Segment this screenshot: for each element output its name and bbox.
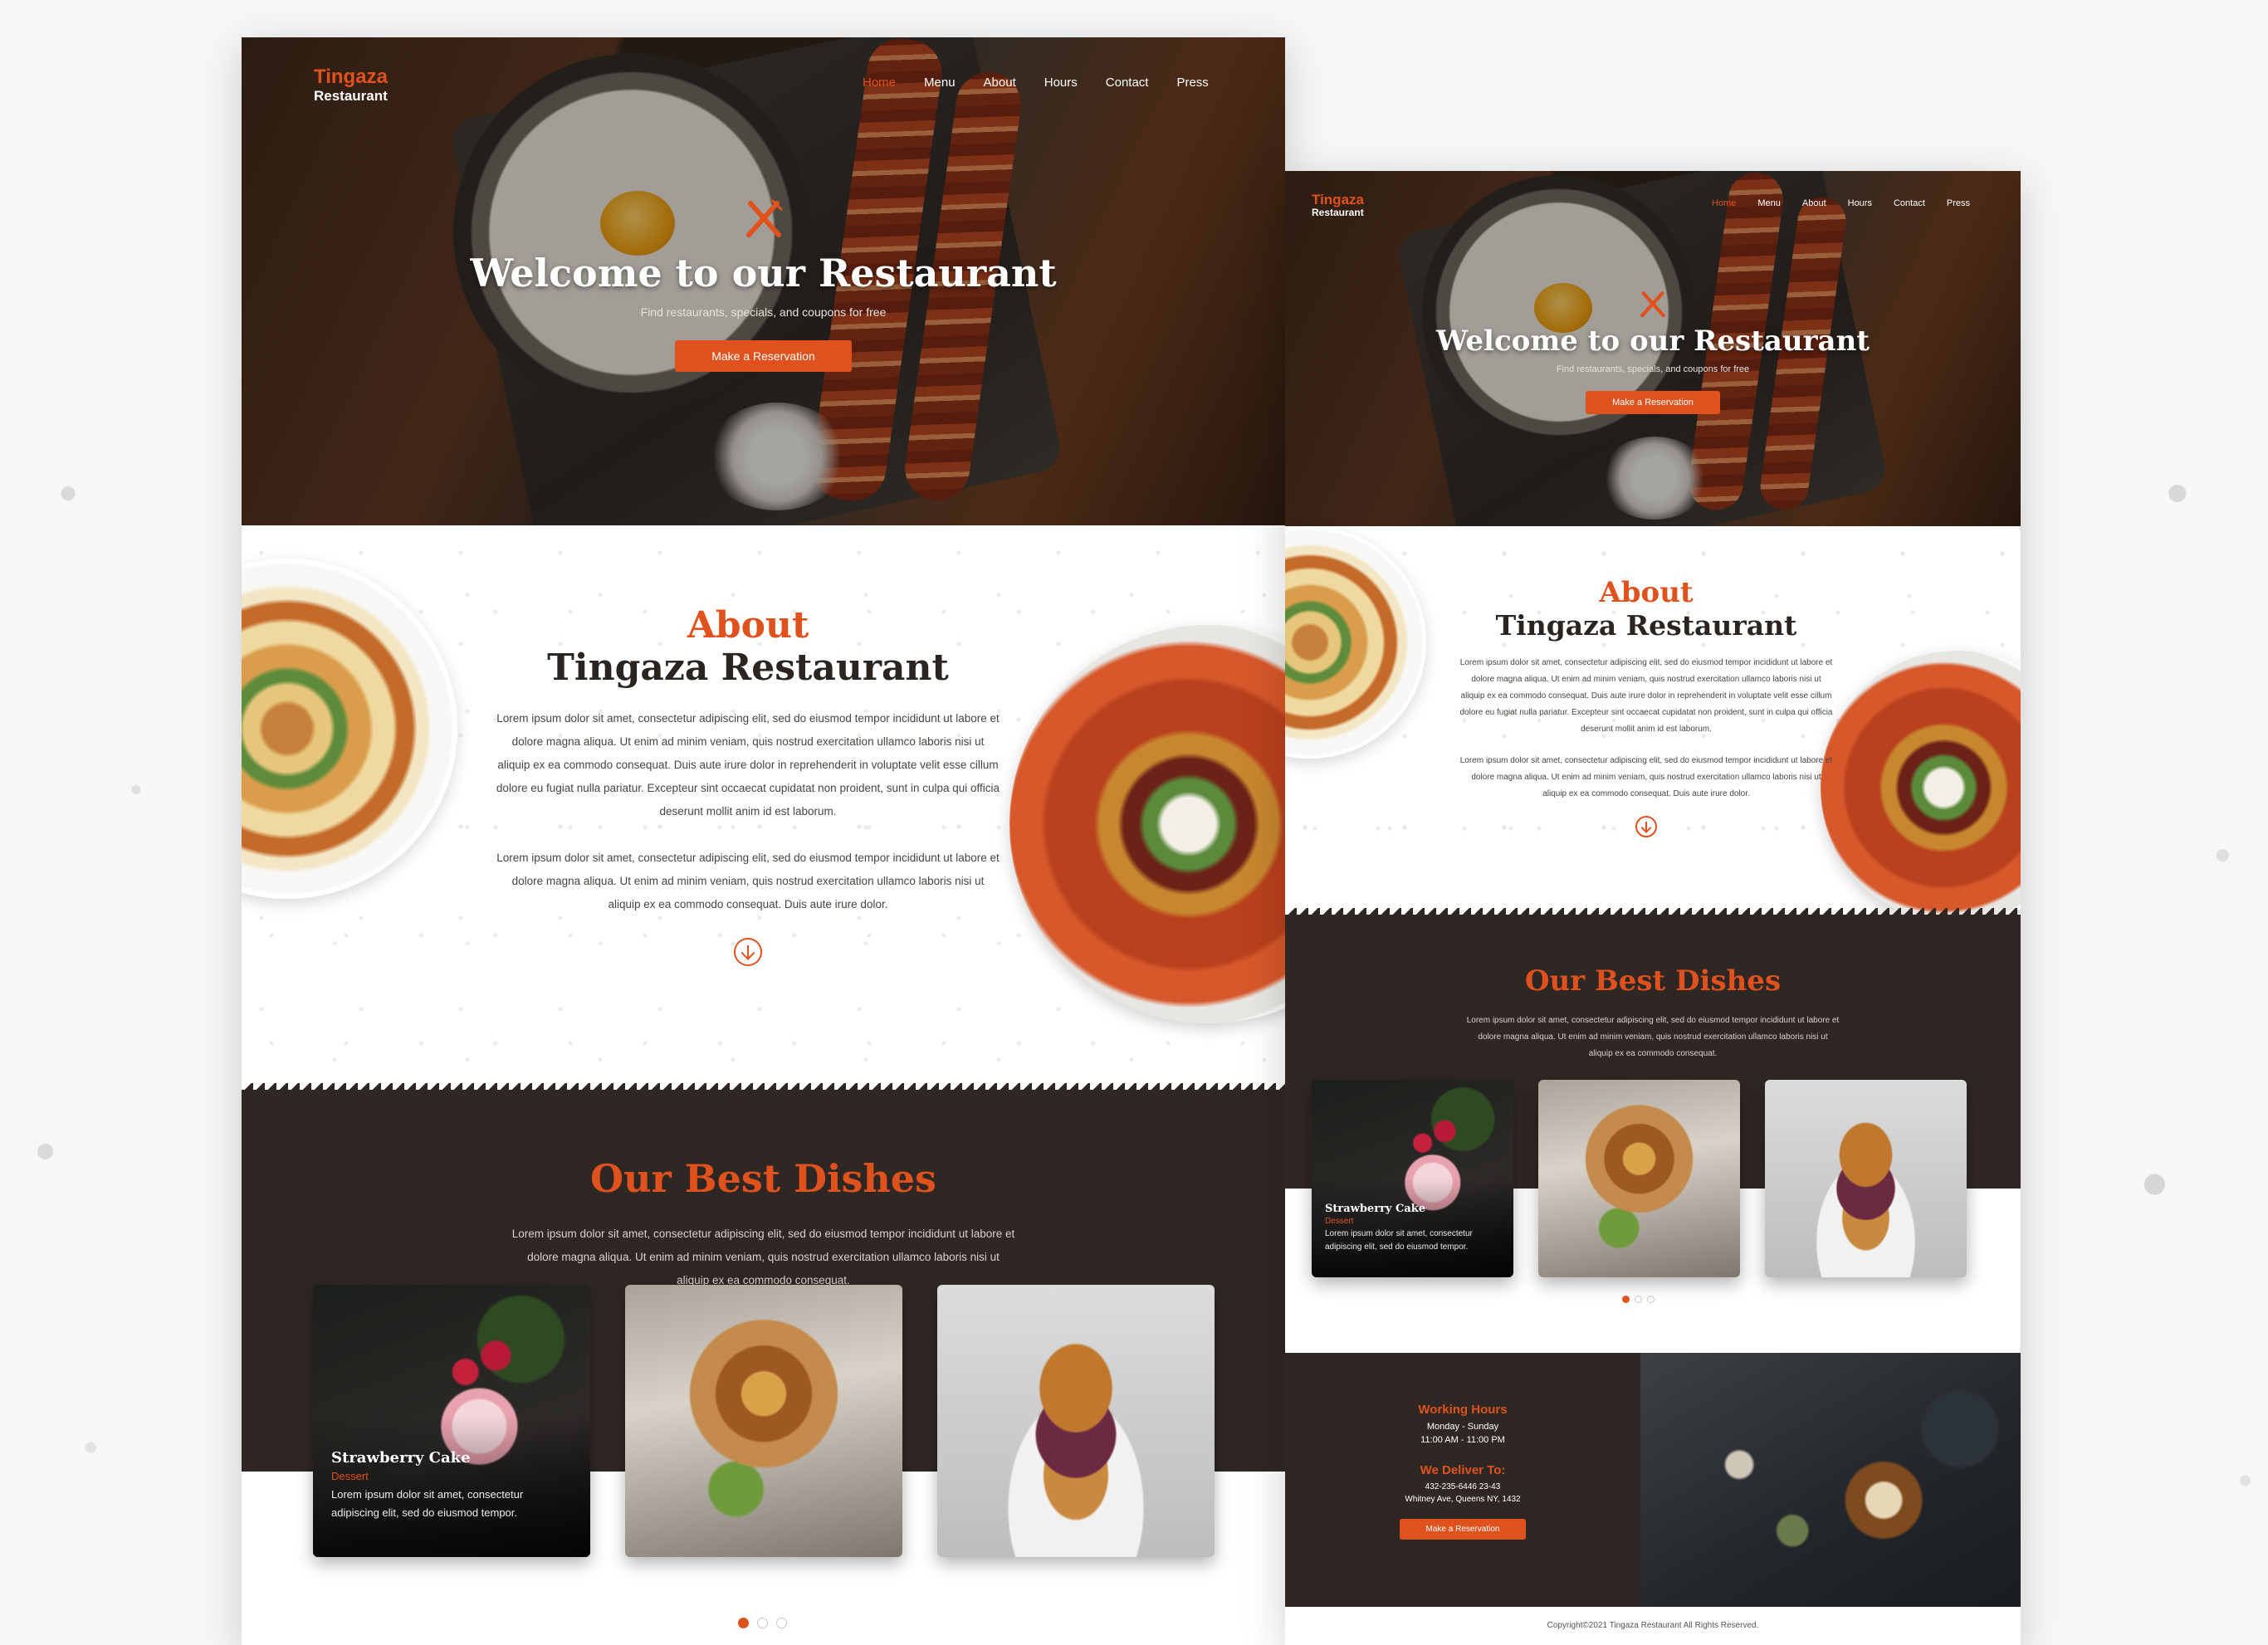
hours-block: Working Hours Monday - Sunday 11:00 AM -… [1285,1353,1640,1607]
dish-carousel-b: Strawberry Cake Dessert Lorem ipsum dolo… [1312,1080,1967,1277]
carousel-dot-2[interactable] [757,1618,768,1628]
noodle-bowl-image [242,559,457,899]
fork-knife-icon [741,195,787,246]
curry-bowl-image [1009,625,1285,1023]
nav-press[interactable]: Press [1176,76,1208,90]
nav-hours-b[interactable]: Hours [1848,198,1872,208]
dishes-text: Lorem ipsum dolor sit amet, consectetur … [511,1228,1015,1286]
scroll-down-icon-b[interactable] [1635,816,1657,837]
nav-menu-b[interactable]: Menu [1757,198,1781,208]
carousel-dot-3[interactable] [776,1618,787,1628]
brand-logo[interactable]: Tingaza Restaurant [314,66,388,104]
reservation-button-b[interactable]: Make a Reservation [1586,391,1720,414]
brand-logo-b[interactable]: Tingaza Restaurant [1312,193,1364,217]
hero-section-b: Tingaza Restaurant Home Menu About Hours… [1285,171,2021,526]
dish-card-pork-b[interactable] [1538,1080,1740,1277]
working-hours-title: Working Hours [1418,1403,1508,1417]
about-heading: About [687,604,809,647]
table-food-image [1640,1353,2021,1607]
dish-card-desc: Lorem ipsum dolor sit amet, consectetur … [331,1488,524,1519]
hero-title: Welcome to our Restaurant [470,251,1057,295]
carousel-dots [738,1618,787,1628]
page-desktop-large: Tingaza Restaurant Home Menu About Hours… [242,37,1285,1645]
hero-content-b: Welcome to our Restaurant Find restauran… [1285,287,2021,414]
carousel-dot-1[interactable] [738,1618,749,1628]
dish-card-pork[interactable] [625,1285,902,1557]
dish-card-title: Strawberry Cake [331,1449,471,1467]
main-nav-b: Home Menu About Hours Contact Press [1712,198,1970,208]
mockup-canvas: Tingaza Restaurant Home Menu About Hours… [0,0,2268,1645]
brand-sub: Restaurant [314,88,388,104]
working-days: Monday - Sunday [1426,1422,1499,1432]
about-paragraph-1: Lorem ipsum dolor sit amet, consectetur … [496,712,1000,818]
nav-home-b[interactable]: Home [1712,198,1736,208]
dish-card-tag: Dessert [331,1470,369,1482]
about-section-b: About Tingaza Restaurant Lorem ipsum dol… [1285,526,2021,925]
fork-knife-icon-b [1636,287,1669,325]
about-paragraph-2: Lorem ipsum dolor sit amet, consectetur … [496,852,1000,910]
main-nav: Home Menu About Hours Contact Press [863,76,1209,90]
dish-card-burger-b[interactable] [1765,1080,1967,1277]
dish-carousel: Strawberry Cake Dessert Lorem ipsum dolo… [313,1285,1215,1557]
nav-hours[interactable]: Hours [1044,76,1078,90]
nav-about[interactable]: About [984,76,1016,90]
nav-contact-b[interactable]: Contact [1894,198,1925,208]
info-section: Working Hours Monday - Sunday 11:00 AM -… [1285,1353,2021,1607]
dishes-heading: Our Best Dishes [590,1156,936,1201]
about-text-block: About Tingaza Restaurant Lorem ipsum dol… [491,604,1005,966]
reservation-button-footer[interactable]: Make a Reservation [1399,1519,1527,1540]
hero-subtitle: Find restaurants, specials, and coupons … [640,305,887,319]
nav-about-b[interactable]: About [1802,198,1826,208]
about-section: About Tingaza Restaurant Lorem ipsum dol… [242,525,1285,1090]
nav-press-b[interactable]: Press [1947,198,1970,208]
dish-card-cake-b[interactable]: Strawberry Cake Dessert Lorem ipsum dolo… [1312,1080,1513,1277]
reservation-button[interactable]: Make a Reservation [675,340,852,372]
nav-menu[interactable]: Menu [924,76,956,90]
deliver-title: We Deliver To: [1420,1463,1506,1477]
brand-name: Tingaza [314,66,388,88]
hero-section: Tingaza Restaurant Home Menu About Hours… [242,37,1285,525]
footer-copyright: Copyright©2021 Tingaza Restaurant All Ri… [1285,1607,2021,1645]
scroll-down-icon[interactable] [734,938,762,966]
nav-home[interactable]: Home [863,76,896,90]
delivery-address: Whitney Ave, Queens NY, 1432 [1405,1495,1521,1504]
carousel-dots-b [1622,1296,1655,1303]
hero-content: Welcome to our Restaurant Find restauran… [242,195,1285,372]
page-desktop-full: Tingaza Restaurant Home Menu About Hours… [1285,171,2021,1645]
working-time: 11:00 AM - 11:00 PM [1420,1435,1505,1445]
dish-card-cake[interactable]: Strawberry Cake Dessert Lorem ipsum dolo… [313,1285,590,1557]
dish-card-burger[interactable] [937,1285,1215,1557]
delivery-phone: 432-235-6446 23-43 [1425,1482,1501,1491]
about-restaurant-name: Tingaza Restaurant [547,647,949,689]
nav-contact[interactable]: Contact [1106,76,1149,90]
